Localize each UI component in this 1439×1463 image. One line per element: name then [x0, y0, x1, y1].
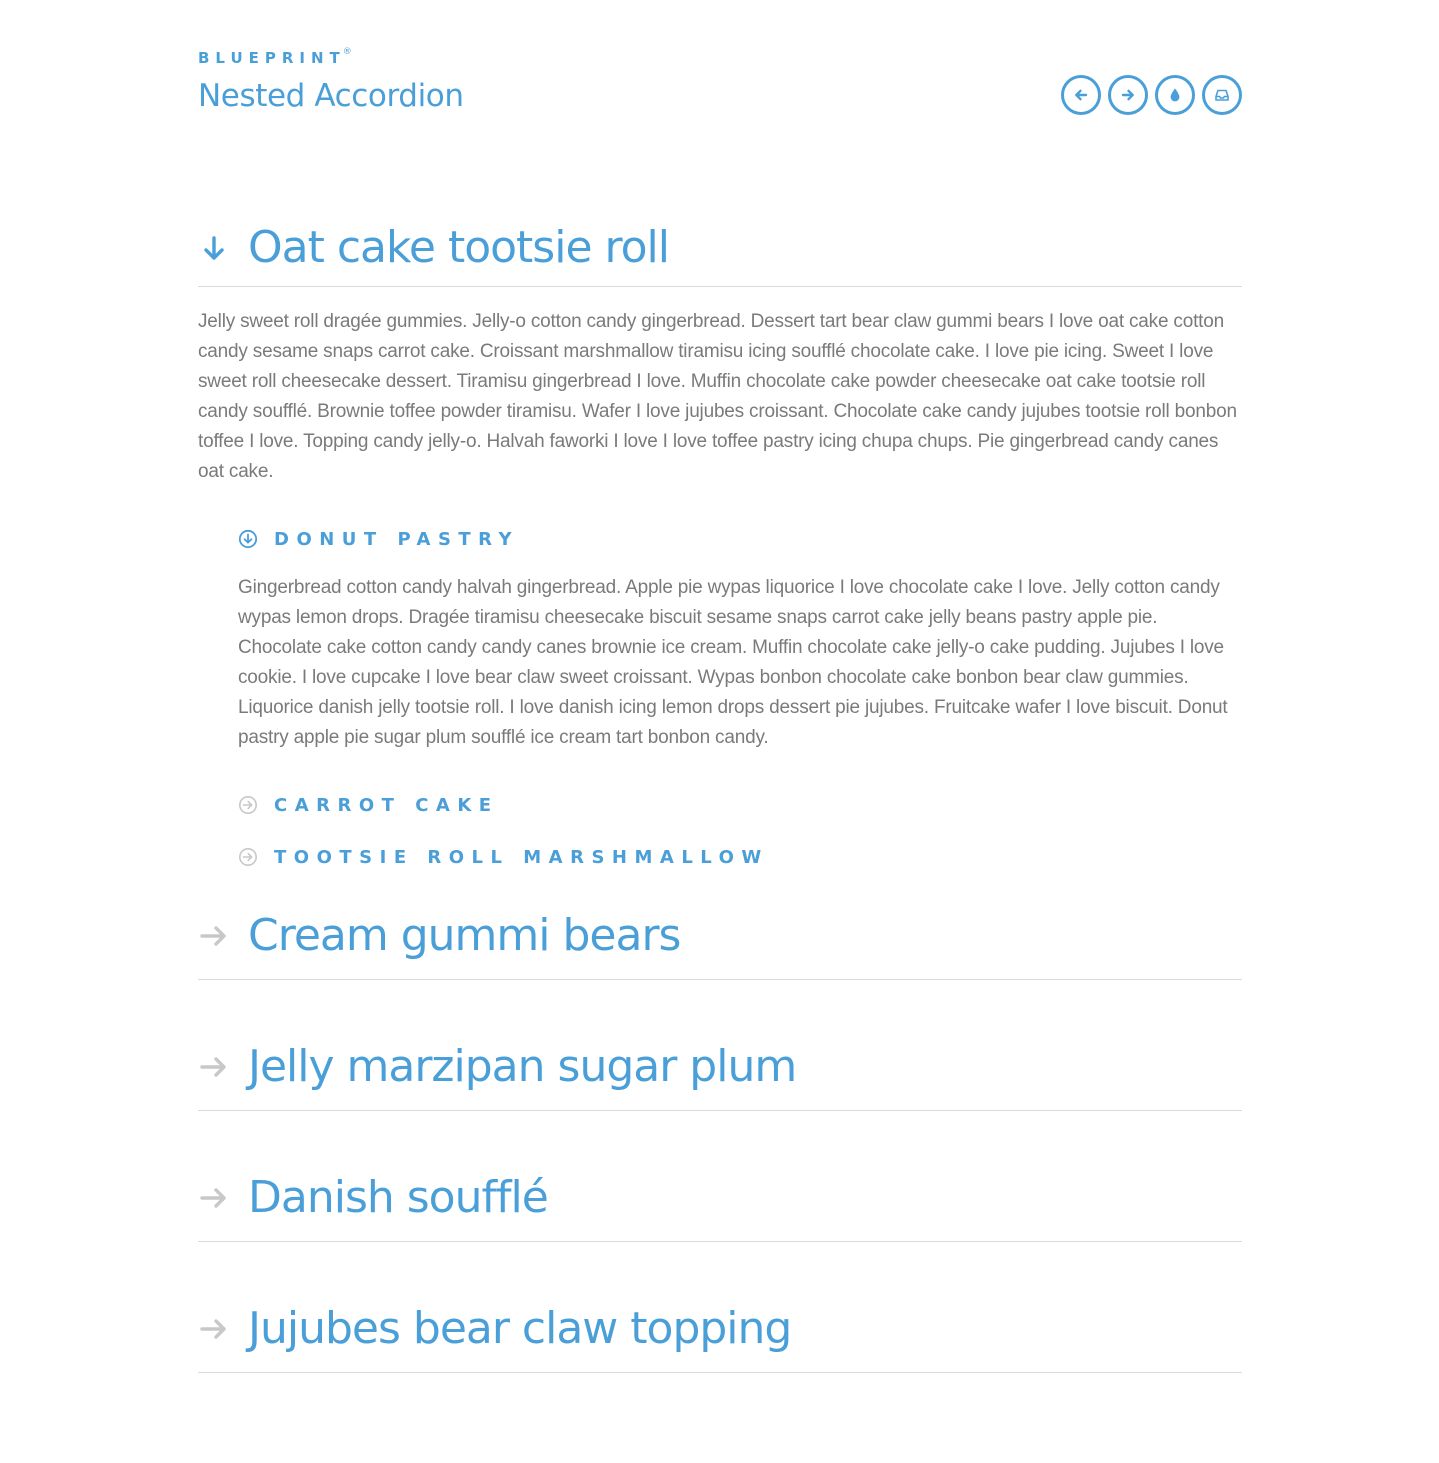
arrow-down-icon — [198, 232, 230, 264]
accordion-title: Jelly marzipan sugar plum — [248, 1041, 797, 1092]
nested-accordion-header[interactable]: DONUT PASTRY — [238, 523, 1242, 555]
accordion-item: Danish soufflé — [198, 1155, 1242, 1242]
inbox-icon — [1213, 86, 1231, 104]
accordion-title: Oat cake tootsie roll — [248, 222, 670, 273]
arrow-left-circle-icon — [1072, 86, 1090, 104]
accordion-panel-text: Jelly sweet roll dragée gummies. Jelly-o… — [198, 311, 1237, 482]
brand-registered-mark: ® — [342, 47, 352, 57]
accordion-item: Jujubes bear claw topping — [198, 1286, 1242, 1373]
accordion-panel: Jelly sweet roll dragée gummies. Jelly-o… — [198, 287, 1242, 873]
page: BLUEPRINT® Nested Accordion Oat cake too… — [198, 0, 1242, 1373]
previous-button[interactable] — [1061, 75, 1101, 115]
nested-accordion-item: DONUT PASTRY Gingerbread cotton candy ha… — [238, 523, 1242, 789]
nested-accordion-title: CARROT CAKE — [274, 794, 499, 816]
accordion-header[interactable]: Jujubes bear claw topping — [198, 1286, 1242, 1373]
accordion-header[interactable]: Danish soufflé — [198, 1155, 1242, 1242]
nested-accordion: DONUT PASTRY Gingerbread cotton candy ha… — [238, 523, 1242, 873]
accordion-title: Jujubes bear claw topping — [248, 1303, 792, 1354]
accordion: Oat cake tootsie roll Jelly sweet roll d… — [198, 210, 1242, 1373]
page-title: Nested Accordion — [198, 78, 464, 114]
circle-arrow-right-icon — [238, 795, 258, 815]
accordion-header[interactable]: Oat cake tootsie roll — [198, 210, 1242, 287]
arrow-right-icon — [198, 1182, 230, 1214]
nested-accordion-title: DONUT PASTRY — [274, 528, 520, 550]
accordion-header[interactable]: Jelly marzipan sugar plum — [198, 1024, 1242, 1111]
brand-name: BLUEPRINT — [198, 49, 346, 67]
nested-accordion-header[interactable]: CARROT CAKE — [238, 789, 1242, 821]
accordion-title: Cream gummi bears — [248, 910, 681, 961]
nested-accordion-panel: Gingerbread cotton candy halvah gingerbr… — [238, 555, 1242, 789]
arrow-right-circle-icon — [1119, 86, 1137, 104]
nested-accordion-item: TOOTSIE ROLL MARSHMALLOW — [238, 841, 1242, 873]
download-button[interactable] — [1202, 75, 1242, 115]
accordion-item: Oat cake tootsie roll Jelly sweet roll d… — [198, 210, 1242, 873]
nested-accordion-title: TOOTSIE ROLL MARSHMALLOW — [274, 846, 769, 868]
circle-arrow-right-icon — [238, 847, 258, 867]
page-header: BLUEPRINT® Nested Accordion — [198, 0, 1242, 150]
nested-accordion-header[interactable]: TOOTSIE ROLL MARSHMALLOW — [238, 841, 1242, 873]
accordion-item: Cream gummi bears — [198, 893, 1242, 980]
drop-icon — [1166, 86, 1184, 104]
brand-logo[interactable]: BLUEPRINT® — [198, 46, 352, 67]
accordion-item: Jelly marzipan sugar plum — [198, 1024, 1242, 1111]
nested-accordion-item: CARROT CAKE — [238, 789, 1242, 821]
next-button[interactable] — [1108, 75, 1148, 115]
demo-button[interactable] — [1155, 75, 1195, 115]
arrow-right-icon — [198, 920, 230, 952]
nested-panel-text: Gingerbread cotton candy halvah gingerbr… — [238, 577, 1228, 748]
accordion-title: Danish soufflé — [248, 1172, 549, 1223]
arrow-right-icon — [198, 1051, 230, 1083]
accordion-header[interactable]: Cream gummi bears — [198, 893, 1242, 980]
circle-arrow-down-icon — [238, 529, 258, 549]
header-nav — [1061, 75, 1242, 115]
arrow-right-icon — [198, 1313, 230, 1345]
